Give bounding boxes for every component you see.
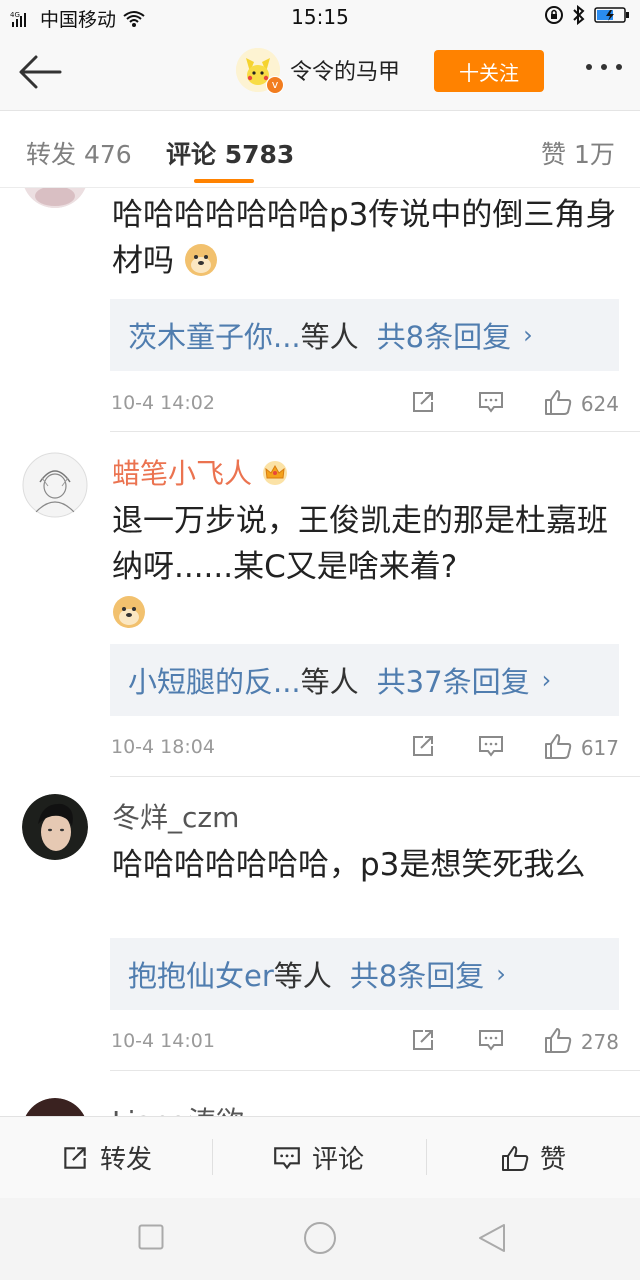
like-count: 624 [580,392,619,416]
commenter-avatar[interactable] [22,188,88,208]
reply-count: 共8条回复 [349,959,485,993]
avatar-image [22,794,88,860]
top-nav: v 令令的马甲 十关注 [0,34,640,111]
active-tab-indicator [194,179,254,183]
chevron-right-icon: › [523,321,533,349]
repost-button[interactable]: 转发 [60,1139,152,1176]
comment-text: 哈哈哈哈哈哈哈p3传说中的倒三角身材吗 [112,192,622,284]
tab-repost[interactable]: 转发 476 [26,135,132,171]
recent-apps-icon[interactable] [138,1224,164,1250]
status-right [544,5,630,25]
like-count: 278 [580,1030,619,1054]
comment-text: 哈哈哈哈哈哈哈，p3是想笑死我么 [112,847,586,883]
commenter-avatar[interactable] [22,1098,88,1116]
comment-text-content: 退一万步说，王俊凯走的那是杜嘉班纳呀......某C又是啥来着? [112,503,608,585]
home-icon[interactable] [303,1221,337,1255]
reply-users: 抱抱仙女er [128,959,274,993]
comment-text: 退一万步说，王俊凯走的那是杜嘉班纳呀......某C又是啥来着? [112,498,622,636]
comment-icon[interactable] [477,388,505,416]
comment-time: 10-4 14:02 [111,392,215,414]
thumbs-up-icon[interactable] [543,388,573,416]
reply-count: 共37条回复 [376,665,530,699]
commenter-name[interactable]: 蜡笔小飞人 [112,452,289,492]
more-dots-icon[interactable] [586,64,622,70]
commenter-name[interactable]: Liang涛欲 [112,1100,244,1116]
comment-list[interactable]: 哈哈哈哈哈哈哈p3传说中的倒三角身材吗 茨木童子你... 等人 共8条回复 › … [0,188,640,1116]
reply-users: 茨木童子你... [128,320,301,354]
repost-icon [64,1146,86,1169]
header-username: 令令的马甲 [290,60,401,85]
comment-time: 10-4 18:04 [111,736,215,758]
commenter-avatar[interactable] [22,452,88,518]
system-nav-bar [0,1198,640,1280]
back-arrow-icon[interactable] [16,52,64,92]
reply-preview[interactable]: 抱抱仙女er 等人 共8条回复 › [110,938,619,1010]
back-triangle-icon[interactable] [477,1222,507,1254]
chevron-right-icon: › [496,960,506,988]
comment-icon [274,1146,300,1169]
like-count: 617 [580,736,619,760]
comment-divider [110,776,640,777]
comment-meta: 10-4 14:01 278 [111,1026,619,1056]
thumbs-up-icon[interactable] [543,1026,573,1054]
follow-button[interactable]: 十关注 [434,50,544,92]
comment-meta: 10-4 18:04 617 [111,732,619,762]
comment-divider [110,431,640,432]
like-label: 赞 [540,1145,567,1175]
reply-preview[interactable]: 茨木童子你... 等人 共8条回复 › [110,299,619,371]
thumbs-up-icon[interactable] [543,732,573,760]
reply-count: 共8条回复 [376,320,512,354]
bottom-action-bar: 转发 评论 赞 [0,1116,640,1199]
comment-divider [110,1070,640,1071]
reply-users: 小短腿的反... [128,665,301,699]
comment-label: 评论 [312,1145,365,1175]
repost-icon[interactable] [409,388,437,416]
commenter-name[interactable]: 冬烊_czm [112,796,239,836]
crown-badge-icon [262,461,287,485]
doge-emoji-icon [113,596,145,628]
tab-bar: 转发 476 评论 5783 赞 1万 [0,111,640,188]
comment-meta: 10-4 14:02 624 [111,388,619,418]
chevron-right-icon: › [541,666,552,694]
reply-etc: 等人 [273,959,332,993]
doge-emoji-icon [184,244,217,276]
verified-badge-icon: v [266,76,284,94]
thumbs-up-icon [502,1145,529,1171]
user-header[interactable]: v 令令的马甲 [236,48,401,94]
avatar-image [22,452,88,518]
like-button[interactable]: 赞 [500,1139,566,1176]
avatar-image [24,188,86,208]
reply-etc: 等人 [300,320,359,354]
bluetooth-icon [573,5,585,25]
reply-preview[interactable]: 小短腿的反... 等人 共37条回复 › [110,644,619,716]
battery-icon [594,7,629,23]
comment-icon[interactable] [477,732,505,760]
tab-likes[interactable]: 赞 1万 [541,135,615,171]
commenter-avatar[interactable] [22,794,88,860]
avatar-image [25,1098,85,1116]
commenter-name-text: 蜡笔小飞人 [112,457,253,490]
comment-icon[interactable] [477,1026,505,1054]
separator [426,1139,427,1175]
separator [212,1139,213,1175]
user-avatar[interactable]: v [236,48,284,94]
tab-comments[interactable]: 评论 5783 [166,135,294,171]
reply-etc: 等人 [300,665,359,699]
comment-button[interactable]: 评论 [272,1139,364,1176]
repost-icon[interactable] [409,732,437,760]
status-bar: 4G 中国移动 15:15 [0,0,640,34]
comment-time: 10-4 14:01 [111,1030,215,1052]
repost-icon[interactable] [409,1026,437,1054]
repost-label: 转发 [100,1145,153,1175]
lock-rotation-icon [545,6,563,24]
